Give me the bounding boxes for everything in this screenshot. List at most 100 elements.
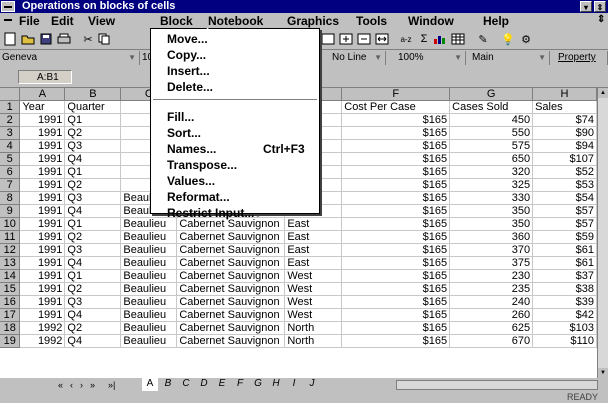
cell[interactable]: 240 [449, 295, 534, 309]
menu-tools[interactable]: Tools [353, 14, 390, 28]
copy-icon[interactable] [96, 31, 112, 47]
cell[interactable]: 260 [449, 308, 534, 322]
row-header[interactable]: 6 [0, 165, 21, 179]
cell[interactable]: 1991 [19, 139, 66, 153]
cell[interactable]: 235 [449, 282, 534, 296]
insert-row-icon[interactable] [338, 31, 354, 47]
cell[interactable]: $165 [341, 178, 451, 192]
font-dropdown[interactable]: Geneva ▼ [0, 51, 140, 65]
cell[interactable]: 330 [449, 191, 534, 205]
row-header[interactable]: 15 [0, 282, 21, 296]
row-header[interactable]: 1 [0, 100, 21, 114]
cell[interactable]: Q3 [64, 295, 122, 309]
cell[interactable]: 320 [449, 165, 534, 179]
cell[interactable]: $54 [532, 191, 597, 205]
column-header-h[interactable]: H [532, 88, 597, 101]
cell[interactable]: $110 [532, 334, 597, 348]
cell[interactable]: $42 [532, 308, 597, 322]
chart-expert-icon[interactable] [432, 31, 448, 47]
idea-bulb-icon[interactable]: 💡 [500, 31, 516, 47]
menu-block[interactable]: Block [157, 14, 196, 28]
cell[interactable]: $38 [532, 282, 597, 296]
cell[interactable]: $165 [341, 217, 451, 231]
row-header[interactable]: 17 [0, 308, 21, 322]
cell[interactable]: Cabernet Sauvignon [176, 243, 286, 257]
cell[interactable]: $165 [341, 230, 451, 244]
cell[interactable]: $37 [532, 269, 597, 283]
row-header[interactable]: 13 [0, 256, 21, 270]
new-icon[interactable] [2, 31, 18, 47]
cell[interactable]: Cabernet Sauvignon [176, 308, 286, 322]
cell[interactable]: Cabernet Sauvignon [176, 321, 286, 335]
cell[interactable]: $165 [341, 139, 451, 153]
cell[interactable]: Q4 [64, 308, 122, 322]
cell[interactable]: Beaulieu [120, 282, 178, 296]
block-menu-item-delete[interactable]: Delete... [167, 79, 213, 95]
column-header-b[interactable]: B [64, 88, 122, 101]
cell[interactable]: $165 [341, 269, 451, 283]
cell[interactable]: Beaulieu [120, 308, 178, 322]
line-dropdown[interactable]: No Line ▼ [330, 51, 386, 65]
column-header-a[interactable]: A [19, 88, 66, 101]
block-menu-item-fill[interactable]: Fill... [167, 109, 194, 125]
cell[interactable]: $61 [532, 243, 597, 257]
cell[interactable]: 625 [449, 321, 534, 335]
cell[interactable]: $165 [341, 152, 451, 166]
cell[interactable]: West [284, 295, 343, 309]
tab-nav-first[interactable]: « [58, 379, 63, 391]
block-menu-item-copy[interactable]: Copy... [167, 47, 206, 63]
table-icon[interactable] [450, 31, 466, 47]
cell[interactable]: $165 [341, 334, 451, 348]
sheet-tab-g[interactable]: G [250, 378, 266, 391]
cell[interactable]: 1991 [19, 204, 66, 218]
cell[interactable]: Q4 [64, 152, 122, 166]
cell[interactable]: Cabernet Sauvignon [176, 295, 286, 309]
print-icon[interactable] [56, 31, 72, 47]
cell[interactable]: $94 [532, 139, 597, 153]
menu-view[interactable]: View [85, 14, 118, 28]
cell[interactable]: $57 [532, 204, 597, 218]
cell[interactable]: $165 [341, 282, 451, 296]
cell[interactable]: 1991 [19, 230, 66, 244]
sheet-tab-i[interactable]: I [286, 378, 302, 391]
row-header[interactable]: 9 [0, 204, 21, 218]
cell[interactable]: 370 [449, 243, 534, 257]
sheet-tab-b[interactable]: B [160, 378, 176, 391]
cell[interactable]: Cabernet Sauvignon [176, 282, 286, 296]
cell[interactable]: $165 [341, 126, 451, 140]
menu-graphics[interactable]: Graphics [284, 14, 342, 28]
cell[interactable]: $57 [532, 217, 597, 231]
tab-nav-next[interactable]: › [80, 379, 83, 391]
column-header-f[interactable]: F [341, 88, 451, 101]
cell[interactable]: 375 [449, 256, 534, 270]
cell[interactable]: 1992 [19, 321, 66, 335]
cell[interactable]: Q1 [64, 165, 122, 179]
fit-column-icon[interactable] [374, 31, 390, 47]
block-menu-item-move[interactable]: Move... [167, 31, 208, 47]
cell[interactable]: East [284, 243, 343, 257]
cell[interactable]: Q2 [64, 282, 122, 296]
horizontal-scrollbar[interactable] [396, 380, 598, 390]
cut-icon[interactable]: ✂ [80, 31, 96, 47]
expert-icon[interactable]: ⚙ [518, 31, 534, 47]
cell[interactable]: 550 [449, 126, 534, 140]
menu-edit[interactable]: Edit [48, 14, 77, 28]
cell[interactable]: 1991 [19, 295, 66, 309]
cell[interactable]: $165 [341, 113, 451, 127]
delete-row-icon[interactable] [356, 31, 372, 47]
row-header[interactable]: 10 [0, 217, 21, 231]
cell[interactable]: 1991 [19, 165, 66, 179]
cell[interactable]: North [284, 334, 343, 348]
cell[interactable]: 670 [449, 334, 534, 348]
sort-icon[interactable]: a-z [398, 31, 414, 47]
cell[interactable]: Beaulieu [120, 321, 178, 335]
cell[interactable]: West [284, 308, 343, 322]
menu-window[interactable]: Window [405, 14, 457, 28]
row-header[interactable]: 3 [0, 126, 21, 140]
cell[interactable]: 450 [449, 113, 534, 127]
cell[interactable]: $107 [532, 152, 597, 166]
sheet-tab-f[interactable]: F [232, 378, 248, 391]
cell[interactable]: 1991 [19, 152, 66, 166]
block-menu-item-restrict-input[interactable]: Restrict Input... [167, 205, 254, 221]
cell[interactable]: Cases Sold [449, 100, 534, 114]
